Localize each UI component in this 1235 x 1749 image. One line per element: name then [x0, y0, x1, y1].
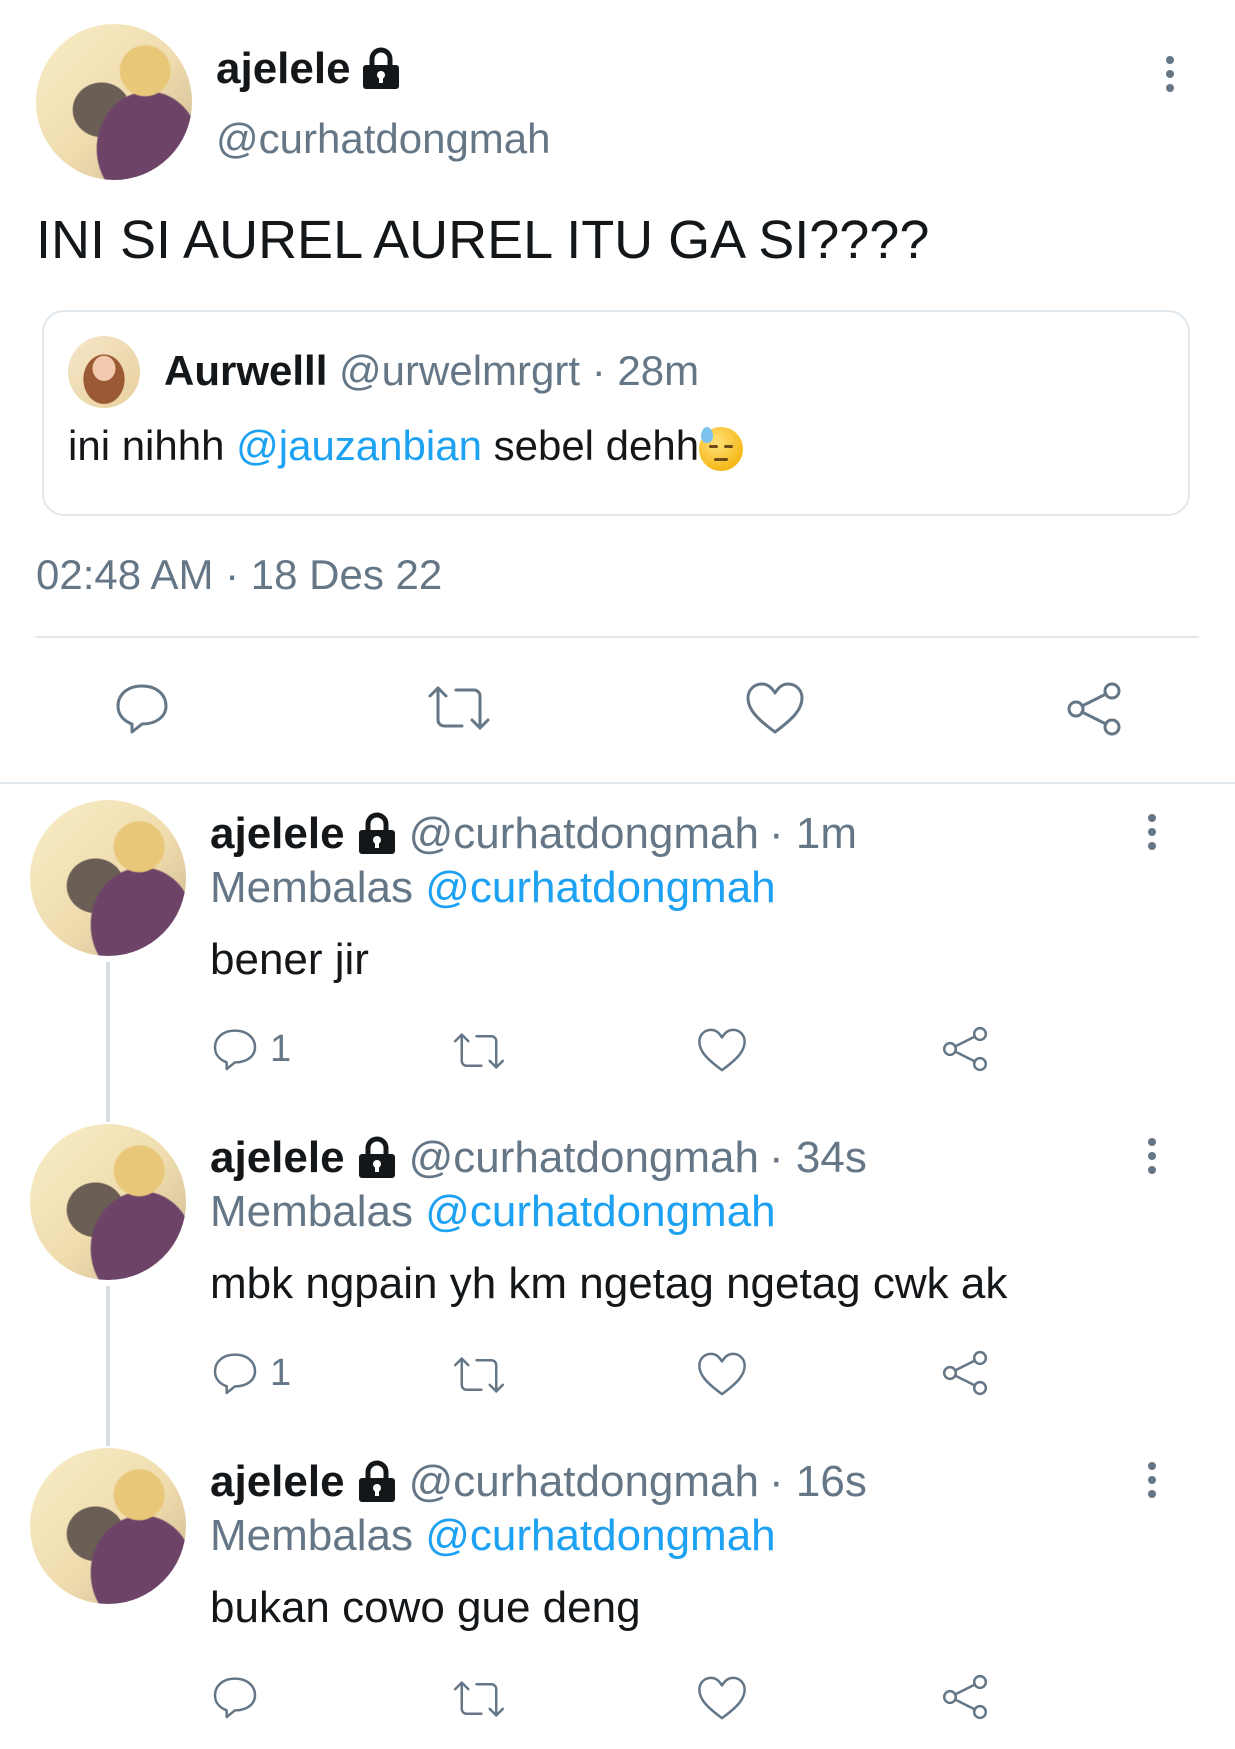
reply-time: · 16s [769, 1457, 867, 1506]
reply-count: 1 [270, 1351, 292, 1394]
reply-button[interactable]: 1 [210, 1024, 291, 1074]
reply-text: mbk ngpain yh km ngetag ngetag cwk ak [210, 1259, 1008, 1308]
share-icon [942, 1674, 988, 1720]
reply-author-handle[interactable]: @curhatdongmah [409, 1456, 759, 1508]
lock-icon [362, 47, 399, 89]
main-tweet-text: INI SI AUREL AUREL ITU GA SI???? [36, 210, 930, 270]
retweet-button[interactable] [424, 680, 494, 736]
downcast-sweat-emoji [699, 426, 744, 471]
retweet-button[interactable] [450, 1352, 508, 1398]
replying-to: Membalas @curhatdongmah [210, 1186, 776, 1238]
quoted-tweet-text: ini nihhh @jauzanbian sebel dehh [68, 420, 744, 472]
quoted-tweet-time: · 28m [591, 347, 700, 394]
reply-header: ajelele @curhatdongmah · 1m [210, 808, 857, 860]
quoted-tweet[interactable] [42, 310, 1190, 516]
retweet-icon [453, 1681, 505, 1717]
reply-avatar[interactable] [30, 800, 186, 956]
like-icon [746, 682, 804, 734]
reply-header: ajelele @curhatdongmah · 16s [210, 1456, 867, 1508]
reply-avatar[interactable] [30, 1124, 186, 1280]
more-icon[interactable] [1148, 1138, 1156, 1174]
replying-to: Membalas @curhatdongmah [210, 1510, 776, 1562]
divider [36, 636, 1199, 638]
reply-text: bukan cowo gue deng [210, 1583, 641, 1632]
replying-label: Membalas [210, 863, 413, 912]
reply-icon [213, 1677, 257, 1719]
reply-count: 1 [270, 1027, 292, 1070]
lock-icon [358, 1136, 395, 1178]
thread-line [106, 962, 110, 1122]
like-icon [698, 1028, 746, 1072]
reply-time: · 34s [769, 1133, 867, 1182]
share-icon [1067, 682, 1121, 736]
reply-button[interactable] [112, 678, 172, 738]
reply-button[interactable]: 1 [210, 1348, 291, 1398]
replying-to-link[interactable]: @curhatdongmah [425, 1187, 775, 1236]
author-handle[interactable]: @curhatdongmah [216, 114, 551, 164]
quoted-tweet-header: Aurwelll @urwelmrgrt · 28m [164, 346, 699, 396]
lock-icon [358, 812, 395, 854]
lock-icon [358, 1460, 395, 1502]
retweet-button[interactable] [450, 1028, 508, 1074]
mention-link[interactable]: @jauzanbian [236, 422, 482, 469]
tweet-timestamp[interactable]: 02:48 AM · 18 Des 22 [36, 550, 442, 600]
like-button[interactable] [744, 680, 806, 736]
share-icon [942, 1350, 988, 1396]
reply-author-name[interactable]: ajelele [210, 808, 345, 860]
author-name: ajelele [216, 44, 351, 93]
reply-button[interactable] [210, 1672, 270, 1722]
thread-line [106, 1286, 110, 1446]
reply-header: ajelele @curhatdongmah · 34s [210, 1132, 867, 1184]
reply-icon [213, 1353, 257, 1395]
reply-avatar[interactable] [30, 1448, 186, 1604]
reply-icon [213, 1029, 257, 1071]
section-divider [0, 782, 1235, 784]
like-icon [698, 1352, 746, 1396]
quoted-author-name: Aurwelll [164, 347, 328, 394]
replying-to-link[interactable]: @curhatdongmah [425, 863, 775, 912]
reply-author-name[interactable]: ajelele [210, 1132, 345, 1184]
retweet-icon [453, 1033, 505, 1069]
reply-author-handle[interactable]: @curhatdongmah [409, 1132, 759, 1184]
quoted-text-after: sebel dehh [481, 422, 700, 469]
replying-label: Membalas [210, 1187, 413, 1236]
like-button[interactable] [696, 1674, 748, 1722]
share-button[interactable] [1064, 680, 1124, 738]
share-icon [942, 1026, 988, 1072]
share-button[interactable] [940, 1348, 990, 1398]
more-icon[interactable] [1166, 56, 1174, 92]
retweet-icon [453, 1357, 505, 1393]
quoted-text-before: ini nihhh [68, 422, 237, 469]
reply-time: · 1m [769, 809, 857, 858]
like-button[interactable] [696, 1350, 748, 1398]
more-icon[interactable] [1148, 1462, 1156, 1498]
replying-to: Membalas @curhatdongmah [210, 862, 776, 914]
more-icon[interactable] [1148, 814, 1156, 850]
quoted-tweet-avatar [68, 336, 140, 408]
retweet-icon [428, 686, 490, 730]
replying-to-link[interactable]: @curhatdongmah [425, 1511, 775, 1560]
share-button[interactable] [940, 1024, 990, 1074]
reply-author-handle[interactable]: @curhatdongmah [409, 808, 759, 860]
main-tweet-author[interactable]: ajelele [216, 44, 401, 94]
share-button[interactable] [940, 1672, 990, 1722]
reply-text: bener jir [210, 935, 369, 984]
replying-label: Membalas [210, 1511, 413, 1560]
reply-author-name[interactable]: ajelele [210, 1456, 345, 1508]
main-tweet-avatar[interactable] [36, 24, 192, 180]
reply-icon [116, 684, 168, 734]
quoted-author-handle: @urwelmrgrt [339, 347, 581, 394]
like-icon [698, 1676, 746, 1720]
retweet-button[interactable] [450, 1676, 508, 1722]
like-button[interactable] [696, 1026, 748, 1074]
